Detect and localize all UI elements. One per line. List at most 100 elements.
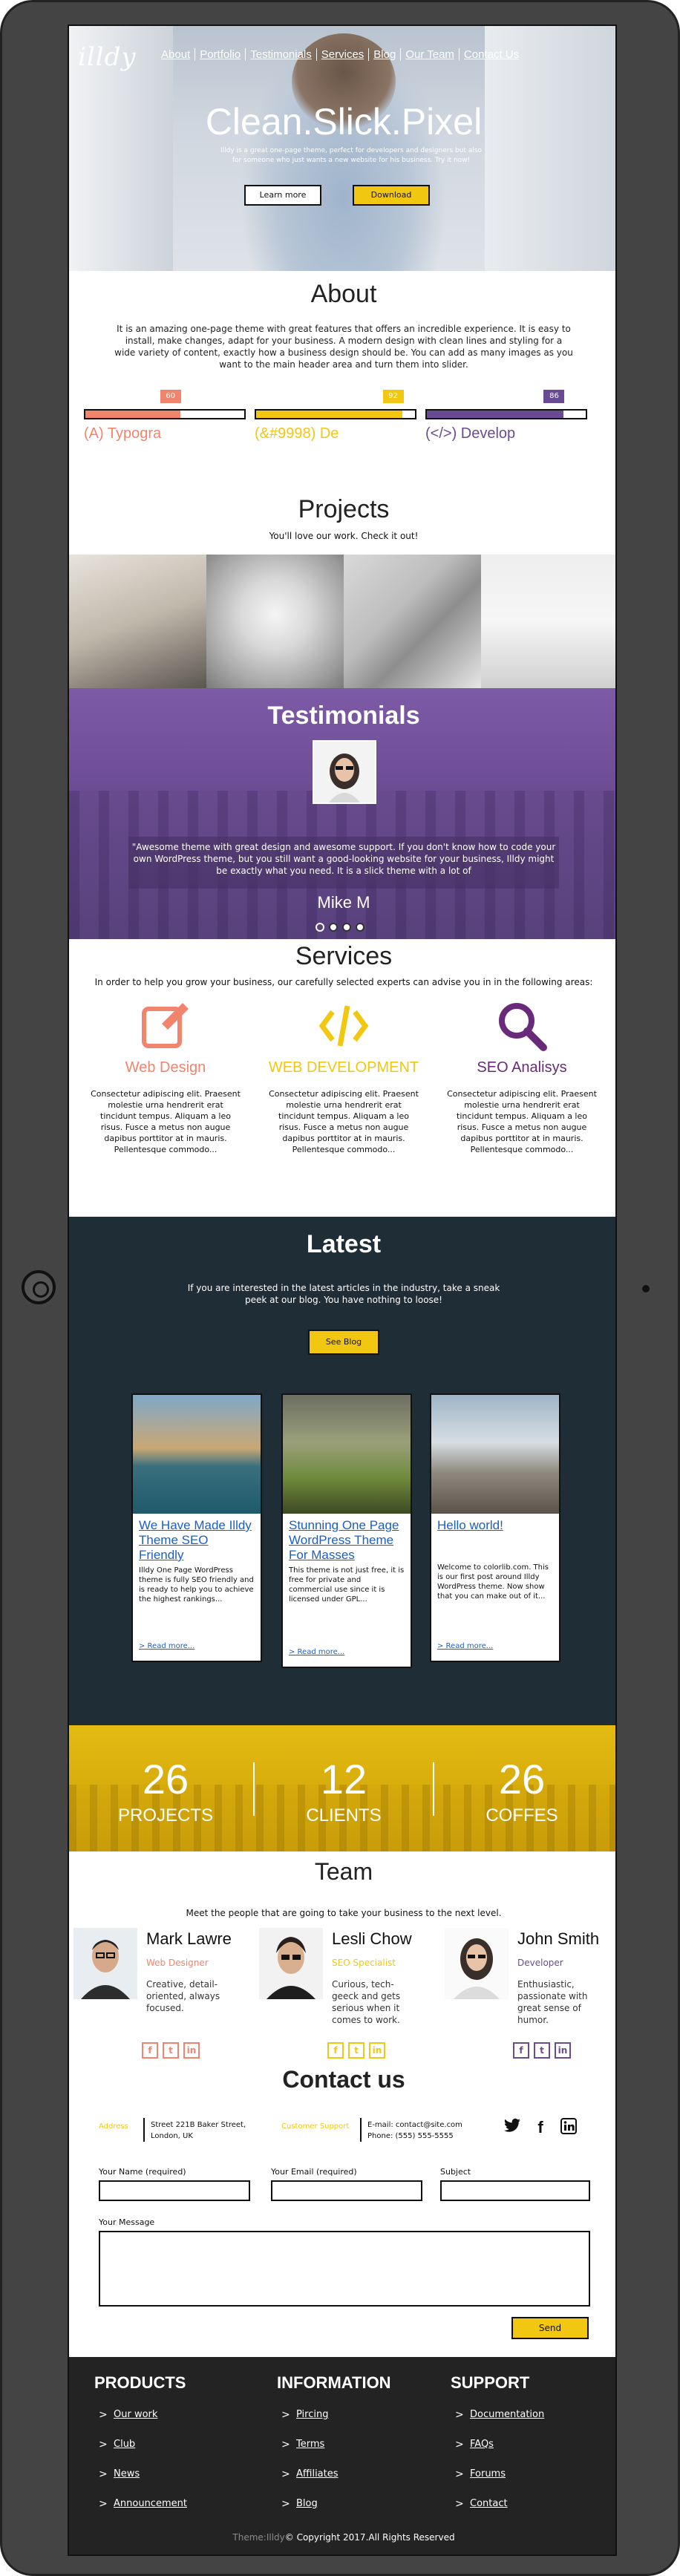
- blog-card: Stunning One Page WordPress Theme For Ma…: [281, 1393, 412, 1668]
- footer: PRODUCTS Our work Club News Announcement…: [69, 2357, 615, 2554]
- carousel-dot[interactable]: [356, 923, 364, 932]
- latest-title: Latest: [306, 1230, 382, 1258]
- blog-card-title[interactable]: Stunning One Page WordPress Theme For Ma…: [283, 1514, 411, 1563]
- team-member-role: Developer: [517, 1958, 563, 1968]
- facebook-icon[interactable]: f: [531, 2118, 550, 2137]
- blog-card-title[interactable]: Hello world!: [431, 1514, 559, 1533]
- read-more-link[interactable]: > Read more...: [133, 1642, 200, 1650]
- footer-heading: SUPPORT: [451, 2373, 530, 2392]
- project-image-desk[interactable]: [69, 555, 206, 688]
- subject-input[interactable]: [440, 2180, 590, 2201]
- about-text: It is an amazing one-page theme with gre…: [114, 324, 573, 370]
- main-nav: About Portfolio Testimonials Services Bl…: [157, 48, 523, 61]
- footer-link[interactable]: Blog: [277, 2498, 448, 2511]
- twitter-icon[interactable]: t: [534, 2042, 550, 2059]
- skill-label: (A) Typogra: [84, 425, 162, 442]
- contact-phone: Phone: (555) 555-5555: [367, 2132, 454, 2140]
- blog-card: Hello world! Welcome to colorlib.com. Th…: [430, 1393, 560, 1662]
- footer-link[interactable]: Documentation: [451, 2409, 615, 2422]
- linkedin-icon[interactable]: in: [555, 2042, 571, 2059]
- stat-number: 12: [320, 1756, 367, 1802]
- blog-card-image[interactable]: [133, 1395, 261, 1514]
- stat-projects: 26 PROJECTS: [84, 1758, 247, 1826]
- download-button[interactable]: Download: [353, 185, 430, 206]
- footer-link[interactable]: Affiliates: [277, 2468, 448, 2482]
- screen: illdy About Portfolio Testimonials Servi…: [68, 24, 617, 2556]
- service-seo-analysis: SEO Analisys Consectetur adipiscing elit…: [440, 1000, 604, 1155]
- skill-bar: [425, 409, 587, 419]
- pencil-icon: [140, 1000, 192, 1052]
- hero-window-right: [485, 26, 615, 271]
- footer-link[interactable]: Forums: [451, 2468, 615, 2482]
- testimonial-quote: "Awesome theme with great design and awe…: [128, 837, 559, 889]
- nav-services[interactable]: Services: [317, 48, 370, 61]
- footer-link[interactable]: News: [94, 2468, 265, 2482]
- project-image-dome[interactable]: [206, 555, 344, 688]
- blog-card-image[interactable]: [431, 1395, 559, 1514]
- team-member-socials: f t in: [513, 2042, 571, 2059]
- hero-section: illdy About Portfolio Testimonials Servi…: [69, 26, 615, 271]
- twitter-icon[interactable]: [503, 2118, 522, 2137]
- subject-label: Subject: [440, 2167, 471, 2177]
- testimonial-avatar: [313, 740, 376, 804]
- learn-more-button[interactable]: Learn more: [244, 185, 321, 206]
- read-more-link[interactable]: > Read more...: [431, 1642, 499, 1650]
- linkedin-icon[interactable]: in: [183, 2042, 200, 2059]
- nav-portfolio[interactable]: Portfolio: [195, 48, 246, 61]
- footer-link[interactable]: FAQs: [451, 2439, 615, 2452]
- twitter-icon[interactable]: t: [348, 2042, 364, 2059]
- projects-title: Projects: [298, 495, 390, 523]
- read-more-link[interactable]: > Read more...: [283, 1648, 350, 1656]
- footer-brand[interactable]: Theme:Illdy: [232, 2532, 284, 2543]
- blog-card-image[interactable]: [283, 1395, 411, 1514]
- linkedin-icon[interactable]: [559, 2118, 578, 2137]
- blog-card-excerpt: Illdy One Page WordPress theme is fully …: [139, 1566, 254, 1604]
- footer-link[interactable]: Announcement: [94, 2498, 265, 2511]
- service-desc: Consectetur adipiscing elit. Praesent mo…: [269, 1089, 419, 1154]
- footer-link[interactable]: Pircing: [277, 2409, 448, 2422]
- name-input[interactable]: [99, 2180, 250, 2201]
- nav-our-team[interactable]: Our Team: [401, 48, 460, 61]
- skill-percent: 60: [160, 390, 181, 403]
- project-image-laptop[interactable]: [344, 555, 481, 688]
- project-image-notebook[interactable]: [481, 555, 615, 688]
- team-member-bio: Enthusiastic, passionate with great sens…: [517, 1979, 588, 2025]
- blog-card-title[interactable]: We Have Made Illdy Theme SEO Friendly: [133, 1514, 261, 1563]
- facebook-icon[interactable]: f: [327, 2042, 344, 2059]
- footer-link[interactable]: Terms: [277, 2439, 448, 2452]
- site-logo[interactable]: illdy: [78, 42, 137, 72]
- see-blog-button[interactable]: See Blog: [308, 1330, 379, 1355]
- address-label: Address: [99, 2122, 128, 2131]
- email-input[interactable]: [271, 2180, 422, 2201]
- twitter-icon[interactable]: t: [163, 2042, 179, 2059]
- blog-card: We Have Made Illdy Theme SEO Friendly Il…: [131, 1393, 262, 1662]
- footer-link[interactable]: Contact: [451, 2498, 615, 2511]
- testimonials-section: Testimonials "Awesome theme with great d…: [69, 688, 615, 939]
- skill-bar-fill: [256, 411, 402, 418]
- team-member-bio: Creative, detail-oriented, always focuse…: [146, 1979, 220, 2013]
- skill-label: (&#9998) De: [255, 425, 339, 442]
- projects-gallery: [69, 555, 615, 688]
- facebook-icon[interactable]: f: [513, 2042, 529, 2059]
- carousel-dot[interactable]: [329, 923, 338, 932]
- nav-testimonials[interactable]: Testimonials: [246, 48, 317, 61]
- support-label: Customer Support: [281, 2122, 350, 2131]
- team-member-photo: [73, 1928, 137, 1999]
- footer-link[interactable]: Club: [94, 2439, 265, 2452]
- home-button[interactable]: [22, 1270, 56, 1304]
- send-button[interactable]: Send: [511, 2317, 589, 2339]
- nav-contact-us[interactable]: Contact Us: [460, 48, 523, 61]
- linkedin-icon[interactable]: in: [369, 2042, 385, 2059]
- skill-bar-fill: [85, 411, 181, 418]
- nav-about[interactable]: About: [157, 48, 196, 61]
- footer-support: SUPPORT Documentation FAQs Forums Contac…: [451, 2373, 615, 2511]
- facebook-icon[interactable]: f: [142, 2042, 158, 2059]
- message-textarea[interactable]: [99, 2231, 590, 2307]
- contact-divider: [360, 2118, 362, 2142]
- carousel-dot[interactable]: [342, 923, 351, 932]
- nav-blog[interactable]: Blog: [369, 48, 402, 61]
- stat-divider: [433, 1762, 434, 1816]
- carousel-dot[interactable]: [316, 923, 324, 932]
- footer-link[interactable]: Our work: [94, 2409, 265, 2422]
- blog-card-excerpt: This theme is not just free, it is free …: [289, 1566, 405, 1604]
